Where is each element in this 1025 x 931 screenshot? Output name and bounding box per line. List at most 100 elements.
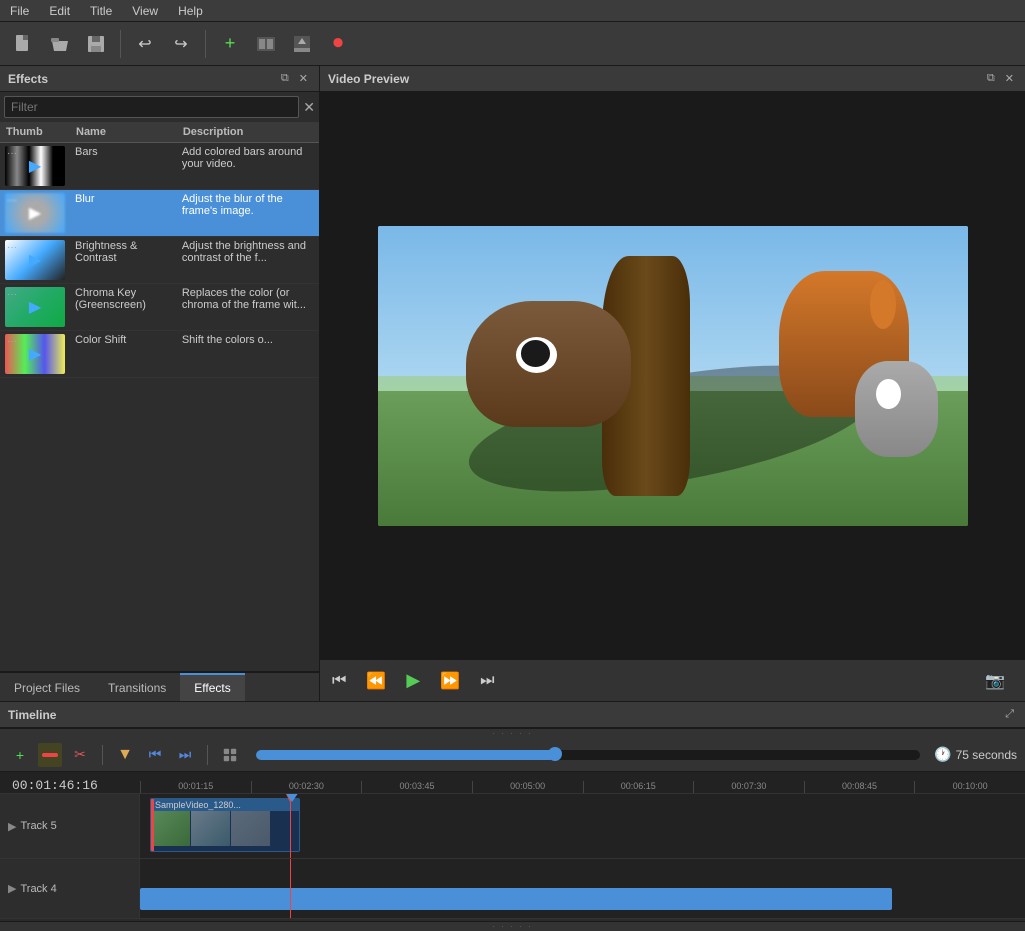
- ruler-timecode: 00:01:46:16: [0, 772, 140, 793]
- video-frame: [378, 226, 968, 526]
- export-button[interactable]: [286, 28, 318, 60]
- effects-table: Thumb Name Description ▶ ···: [0, 122, 319, 671]
- effects-row-colorshift[interactable]: ▶ ··· Color Shift Shift the colors o...: [0, 331, 319, 378]
- tl-grid-button[interactable]: [218, 743, 242, 767]
- effects-row-blur[interactable]: ▶ ··· Blur Adjust the blur of the frame'…: [0, 190, 319, 237]
- new-button[interactable]: [8, 28, 40, 60]
- track-5-content[interactable]: SampleVideo_1280...: [140, 794, 1025, 858]
- effects-button[interactable]: [250, 28, 282, 60]
- record-button[interactable]: ⏺: [322, 28, 354, 60]
- track-5-name: Track 5: [20, 820, 56, 832]
- toolbar-sep-1: [120, 30, 121, 58]
- desc-brightness: Adjust the brightness and contrast of th…: [177, 237, 319, 284]
- tl-sep-2: [207, 745, 208, 765]
- menu-view[interactable]: View: [122, 2, 168, 20]
- timeline: Timeline ⤢ · · · · · + ✂ ▼ ⏮ ⏭ 🕐 75: [0, 701, 1025, 931]
- filter-clear-button[interactable]: ✕: [303, 99, 315, 116]
- thumb-brightness: ▶ ···: [0, 237, 70, 284]
- undo-button[interactable]: ↩: [129, 28, 161, 60]
- scrubber-thumb[interactable]: [548, 747, 562, 761]
- panel-controls: ⧉ ✕: [278, 71, 311, 86]
- tl-scissors-button[interactable]: ✂: [68, 743, 92, 767]
- redo-button[interactable]: ↪: [165, 28, 197, 60]
- track-5: ▶ Track 5 SampleVideo_1280...: [0, 794, 1025, 859]
- thumb-chromakey: ▶ ···: [0, 284, 70, 331]
- timeline-collapse-bottom[interactable]: · · · · ·: [0, 921, 1025, 931]
- play-icon-colorshift: ▶: [29, 344, 41, 364]
- menu-file[interactable]: File: [0, 2, 39, 20]
- effects-panel: Effects ⧉ ✕ ✕ Thumb Name Description: [0, 66, 319, 672]
- tl-filter-button[interactable]: ▼: [113, 743, 137, 767]
- play-icon-brightness: ▶: [29, 250, 41, 270]
- rewind-button[interactable]: ⏪: [360, 667, 392, 695]
- ruler-mark-3: 00:05:00: [472, 781, 583, 793]
- video-preview-title: Video Preview: [328, 72, 409, 86]
- effects-list: Thumb Name Description ▶ ···: [0, 122, 319, 378]
- panel-float-button[interactable]: ⧉: [278, 71, 292, 86]
- collapse-dots-bottom: · · · · ·: [492, 922, 532, 931]
- thumb-colorshift: ▶ ···: [0, 331, 70, 378]
- tl-add-button[interactable]: +: [8, 743, 32, 767]
- fast-forward-button[interactable]: ⏩: [434, 667, 466, 695]
- track-5-clip[interactable]: SampleVideo_1280...: [150, 798, 300, 852]
- tl-jump-end-button[interactable]: ⏭: [173, 743, 197, 767]
- timeline-toolbar: + ✂ ▼ ⏮ ⏭ 🕐 75 seconds: [0, 738, 1025, 772]
- effects-panel-header: Effects ⧉ ✕: [0, 66, 319, 92]
- toolbar-sep-2: [205, 30, 206, 58]
- playhead-diamond: [285, 794, 299, 802]
- ruler-labels: 00:01:15 00:02:30 00:03:45 00:05:00 00:0…: [140, 781, 1025, 793]
- ruler-mark-7: 00:10:00: [914, 781, 1025, 793]
- desc-chromakey: Replaces the color (or chroma of the fra…: [177, 284, 319, 331]
- duration-display: 🕐 75 seconds: [934, 746, 1017, 763]
- menu-help[interactable]: Help: [168, 2, 213, 20]
- track-4-arrow: ▶: [8, 882, 16, 895]
- timeline-expand-button[interactable]: ⤢: [1002, 707, 1017, 722]
- clip-left-border: [151, 799, 154, 851]
- ruler-mark-5: 00:07:30: [693, 781, 804, 793]
- clip-thumbnails: [151, 811, 299, 851]
- left-panel: Effects ⧉ ✕ ✕ Thumb Name Description: [0, 66, 320, 701]
- desc-colorshift: Shift the colors o...: [177, 331, 319, 378]
- clip-thumb-3: [231, 811, 271, 846]
- timeline-ruler: 00:01:46:16 00:01:15 00:02:30 00:03:45 0…: [0, 772, 1025, 794]
- timecode-display: 00:01:46:16: [12, 778, 98, 793]
- track-4-content[interactable]: [140, 859, 1025, 918]
- scrubber-fill: [256, 750, 555, 760]
- video-preview-controls: ⧉ ✕: [984, 71, 1017, 86]
- tl-jump-start-button[interactable]: ⏮: [143, 743, 167, 767]
- bottom-tabs: Project Files Transitions Effects: [0, 672, 319, 701]
- skip-to-end-button[interactable]: ⏭: [474, 668, 500, 694]
- tab-effects[interactable]: Effects: [180, 673, 244, 701]
- filter-input[interactable]: [4, 96, 299, 118]
- track-4-bar[interactable]: [140, 888, 892, 910]
- track-5-arrow: ▶: [8, 820, 16, 833]
- video-close-button[interactable]: ✕: [1002, 71, 1017, 86]
- tab-project-files[interactable]: Project Files: [0, 673, 94, 701]
- video-float-button[interactable]: ⧉: [984, 71, 998, 86]
- ruler-mark-1: 00:02:30: [251, 781, 362, 793]
- effects-panel-title: Effects: [8, 72, 48, 86]
- save-button[interactable]: [80, 28, 112, 60]
- menu-title[interactable]: Title: [80, 2, 122, 20]
- desc-blur: Adjust the blur of the frame's image.: [177, 190, 319, 237]
- screenshot-button[interactable]: 📷: [979, 667, 1011, 695]
- effects-row-chromakey[interactable]: ▶ ··· Chroma Key (Greenscreen) Replaces …: [0, 284, 319, 331]
- play-button[interactable]: ▶: [400, 666, 426, 695]
- skip-to-start-button[interactable]: ⏮: [326, 668, 352, 694]
- track-4-label: ▶ Track 4: [0, 859, 140, 918]
- open-button[interactable]: [44, 28, 76, 60]
- effects-row-bars[interactable]: ▶ ··· Bars Add colored bars around your …: [0, 143, 319, 190]
- right-panel: Video Preview ⧉ ✕: [320, 66, 1025, 701]
- add-button[interactable]: +: [214, 28, 246, 60]
- name-chromakey: Chroma Key (Greenscreen): [70, 284, 177, 331]
- scrubber-track[interactable]: [256, 750, 920, 760]
- tl-sep-1: [102, 745, 103, 765]
- menu-edit[interactable]: Edit: [39, 2, 80, 20]
- name-bars: Bars: [70, 143, 177, 190]
- panel-close-button[interactable]: ✕: [296, 71, 311, 86]
- effects-row-brightness[interactable]: ▶ ··· Brightness & Contrast Adjust the b…: [0, 237, 319, 284]
- tl-marker-button[interactable]: [38, 743, 62, 767]
- timeline-collapse-top[interactable]: · · · · ·: [0, 728, 1025, 738]
- clip-thumb-1: [151, 811, 191, 846]
- tab-transitions[interactable]: Transitions: [94, 673, 180, 701]
